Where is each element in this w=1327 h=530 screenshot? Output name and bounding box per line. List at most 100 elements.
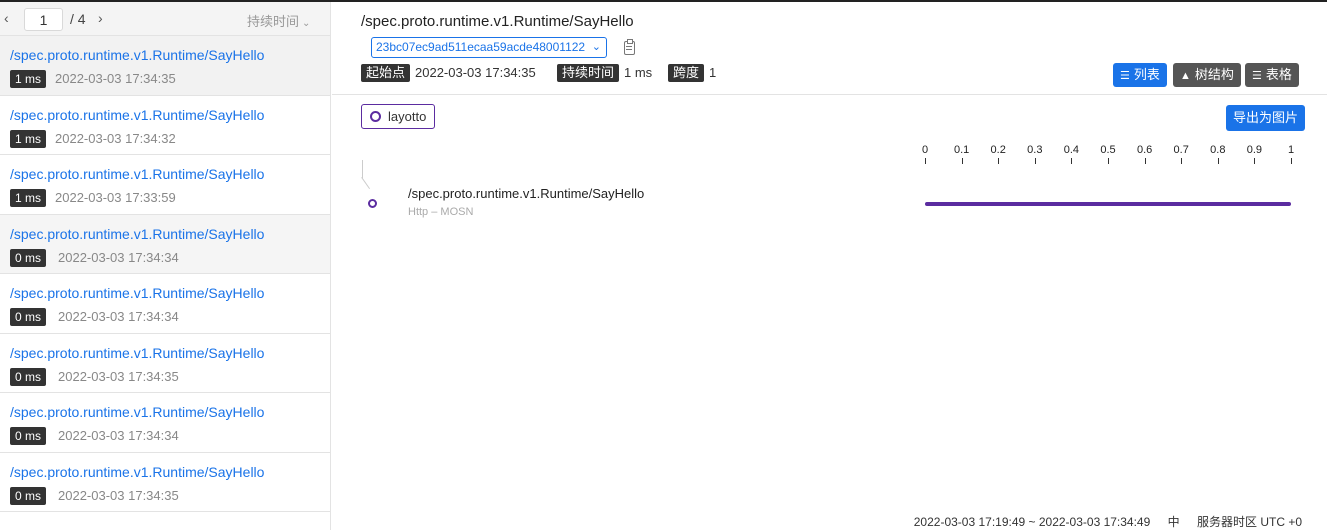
trace-title: /spec.proto.runtime.v1.Runtime/SayHello: [361, 13, 634, 30]
trace-list: /spec.proto.runtime.v1.Runtime/SayHello 1…: [0, 36, 330, 512]
footer: 2022-03-03 17:19:49 ~ 2022-03-03 17:34:4…: [900, 513, 1302, 530]
copy-icon[interactable]: [624, 39, 635, 55]
duration-tag: 持续时间: [557, 64, 620, 82]
export-image-button[interactable]: 导出为图片: [1226, 105, 1306, 131]
trace-operation-link[interactable]: /spec.proto.runtime.v1.Runtime/SayHello: [10, 107, 264, 123]
axis-tick-label: 0.9: [1246, 144, 1263, 156]
axis-tick-mark: [1034, 158, 1036, 164]
trace-header: /spec.proto.runtime.v1.Runtime/SayHello …: [332, 2, 1327, 95]
span-node-icon[interactable]: [368, 199, 377, 208]
pager: ‹ / 4 › 持续时间⌄: [0, 2, 330, 36]
trace-list-item[interactable]: /spec.proto.runtime.v1.Runtime/SayHello 0…: [0, 214, 330, 274]
service-name: layotto: [388, 109, 427, 124]
trace-timestamp: 2022-03-03 17:33:59: [55, 190, 176, 205]
language-switch[interactable]: 中: [1168, 515, 1180, 529]
trace-id-select[interactable]: 23bc07ec9ad511ecaa59acde48001122 ⌄: [371, 37, 607, 58]
axis-tick-mark: [998, 158, 1000, 164]
tree-connector-diagonal: [361, 177, 371, 190]
trace-timestamp: 2022-03-03 17:34:34: [58, 249, 179, 265]
spans-meta: 跨度 1: [668, 64, 716, 82]
service-chip[interactable]: layotto: [361, 104, 436, 129]
spans-tag: 跨度: [668, 64, 705, 82]
trace-list-item[interactable]: /spec.proto.runtime.v1.Runtime/SayHello 1…: [0, 155, 330, 215]
axis-tick-label: 0.3: [1027, 144, 1043, 156]
trace-timestamp: 2022-03-03 17:34:35: [55, 71, 176, 86]
axis-tick-label: 0.4: [1063, 144, 1080, 156]
trace-list-item[interactable]: /spec.proto.runtime.v1.Runtime/SayHello 0…: [0, 452, 330, 512]
trace-operation-link[interactable]: /spec.proto.runtime.v1.Runtime/SayHello: [10, 226, 264, 242]
trace-operation-link[interactable]: /spec.proto.runtime.v1.Runtime/SayHello: [10, 285, 264, 301]
axis-tick-mark: [961, 158, 963, 164]
trace-timestamp: 2022-03-03 17:34:34: [58, 309, 179, 324]
chevron-down-icon: ⌄: [591, 41, 601, 53]
axis-tick-label: 0.6: [1136, 144, 1153, 156]
duration-badge: 1 ms: [10, 70, 47, 88]
trace-operation-link[interactable]: /spec.proto.runtime.v1.Runtime/SayHello: [10, 345, 264, 361]
trace-timestamp: 2022-03-03 17:34:35: [58, 487, 179, 503]
axis-tick-label: 0.1: [953, 144, 970, 156]
start-meta: 起始点 2022-03-03 17:34:35: [361, 64, 536, 82]
table-icon: ☰: [1252, 70, 1262, 82]
sort-dropdown[interactable]: 持续时间 ⌄: [247, 11, 310, 30]
view-list-button[interactable]: ☰ 列表: [1113, 63, 1167, 87]
tree-connector: [362, 160, 363, 178]
tree-icon: ▲: [1180, 70, 1191, 82]
view-table-label: 表格: [1265, 67, 1292, 82]
trace-list-item[interactable]: /spec.proto.runtime.v1.Runtime/SayHello 0…: [0, 393, 330, 453]
trace-id-value: 23bc07ec9ad511ecaa59acde48001122: [376, 40, 586, 54]
view-list-label: 列表: [1133, 67, 1160, 82]
service-circle-icon: [370, 111, 381, 122]
trace-operation-link[interactable]: /spec.proto.runtime.v1.Runtime/SayHello: [10, 404, 264, 420]
axis-tick-mark: [1217, 158, 1219, 164]
trace-detail-panel: /spec.proto.runtime.v1.Runtime/SayHello …: [332, 2, 1327, 530]
axis-tick-mark: [1181, 158, 1183, 164]
trace-list-item[interactable]: /spec.proto.runtime.v1.Runtime/SayHello 0…: [0, 274, 330, 334]
view-tree-button[interactable]: ▲ 树结构: [1173, 63, 1241, 87]
duration-meta: 持续时间 1 ms: [557, 64, 652, 82]
view-tree-label: 树结构: [1194, 67, 1234, 82]
axis-tick-mark: [1108, 158, 1109, 164]
duration-value: 1 ms: [624, 65, 653, 80]
time-range: 2022-03-03 17:19:49 ~ 2022-03-03 17:34:4…: [913, 515, 1151, 529]
timeline-axis: 0 0.1 0.2 0.3 0.4 0.5 0.6 0.7 0.8 0.9 1: [332, 142, 1327, 166]
trace-timestamp: 2022-03-03 17:34:34: [58, 428, 179, 443]
trace-operation-link[interactable]: /spec.proto.runtime.v1.Runtime/SayHello: [10, 166, 264, 182]
axis-tick-label: 0.8: [1210, 144, 1226, 156]
duration-badge: 1 ms: [10, 189, 47, 207]
duration-badge: 0 ms: [10, 367, 47, 386]
trace-operation-link[interactable]: /spec.proto.runtime.v1.Runtime/SayHello: [10, 47, 264, 63]
axis-tick-label: 0.5: [1100, 144, 1116, 156]
duration-badge: 1 ms: [10, 129, 47, 148]
axis-tick-mark: [1291, 158, 1292, 164]
axis-tick-label: 0.7: [1173, 144, 1189, 156]
trace-list-item[interactable]: /spec.proto.runtime.v1.Runtime/SayHello 1…: [0, 95, 330, 155]
next-page-icon[interactable]: ›: [98, 9, 103, 27]
trace-timestamp: 2022-03-03 17:34:35: [58, 368, 179, 384]
sort-label: 持续时间: [247, 14, 300, 29]
duration-badge: 0 ms: [10, 248, 47, 267]
start-value: 2022-03-03 17:34:35: [415, 65, 536, 80]
trace-operation-link[interactable]: /spec.proto.runtime.v1.Runtime/SayHello: [10, 464, 264, 480]
trace-list-item[interactable]: /spec.proto.runtime.v1.Runtime/SayHello 0…: [0, 333, 330, 393]
timezone: 服务器时区 UTC +0: [1196, 515, 1302, 529]
trace-list-panel: ‹ / 4 › 持续时间⌄ /spec.proto.runtime.v1.Run…: [0, 2, 331, 530]
axis-tick-mark: [1144, 158, 1146, 164]
span-bar[interactable]: [925, 202, 1291, 206]
chevron-down-icon: ⌄: [302, 18, 311, 29]
trace-list-item[interactable]: /spec.proto.runtime.v1.Runtime/SayHello 1…: [0, 36, 330, 96]
axis-tick-label: 0: [921, 144, 929, 156]
duration-badge: 0 ms: [10, 308, 47, 326]
duration-badge: 0 ms: [10, 486, 47, 505]
axis-tick-mark: [925, 158, 926, 164]
prev-page-icon[interactable]: ‹: [4, 9, 9, 27]
axis-tick-label: 1: [1287, 144, 1295, 156]
span-subtitle: Http – MOSN: [408, 206, 474, 218]
axis-tick-label: 0.2: [990, 144, 1006, 156]
trace-timestamp: 2022-03-03 17:34:32: [55, 130, 176, 146]
span-name[interactable]: /spec.proto.runtime.v1.Runtime/SayHello: [408, 186, 644, 201]
view-table-button[interactable]: ☰ 表格: [1245, 63, 1299, 87]
page-number-input[interactable]: [24, 8, 63, 31]
list-icon: ☰: [1120, 70, 1130, 82]
axis-tick-mark: [1254, 158, 1256, 164]
start-tag: 起始点: [361, 64, 411, 82]
